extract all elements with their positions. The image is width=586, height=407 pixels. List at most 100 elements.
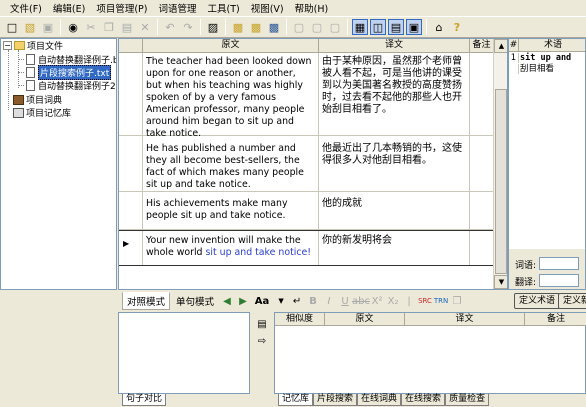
strike-icon[interactable]: abc [352,294,370,308]
term-form: 词语: 翻译: [509,249,585,289]
memory-header-source[interactable]: 原文 [325,313,405,325]
copy-row-icon[interactable]: ❐ [450,294,464,308]
grid-header-target[interactable]: 译文 [319,39,470,52]
source-cell[interactable]: Your new invention will make the whole w… [143,231,319,265]
tree-root-label: 项目文件 [27,42,64,52]
table-row-current[interactable]: ▶ Your new invention will make the whole… [119,230,493,266]
help-icon[interactable]: ? [449,19,465,35]
note-cell[interactable] [470,53,493,135]
layout4-icon[interactable]: ▣ [406,19,422,35]
scroll-down-icon[interactable]: ▼ [494,275,507,289]
tree-file-2[interactable]: 片段搜索例子.txt [25,65,112,80]
print-icon[interactable]: ▨ [205,19,221,35]
tab-quality-check[interactable]: 质量检查 [445,394,490,406]
target-cell[interactable]: 你的新发明将会 [319,231,470,265]
document-icon [25,54,36,65]
save-icon[interactable]: ▣ [40,19,56,35]
tab-fragment-search[interactable]: 片段搜索 [313,394,358,406]
word-icon[interactable]: ▩ [266,19,282,35]
menu-project[interactable]: 项目管理(P) [92,1,154,15]
tree-memory[interactable]: 项目记忆库 [13,106,71,119]
tree-dict[interactable]: 项目词典 [13,93,62,106]
tab-compare-mode[interactable]: 对照模式 [122,292,171,310]
term-row-translation[interactable]: 刮目相看 [509,64,585,74]
grid-header-source[interactable]: 原文 [143,39,319,52]
align-icon[interactable]: ▢ [327,19,343,35]
delete-icon[interactable]: ✕ [137,19,153,35]
scroll-thumb[interactable] [495,89,507,274]
redo-icon[interactable]: ↷ [180,19,196,35]
tab-single-mode[interactable]: 单句模式 [172,293,218,309]
memory-header-target[interactable]: 译文 [405,313,525,325]
left-bottom-strip [0,290,117,407]
target-cell[interactable]: 他的成就 [319,192,470,229]
tree-file-label: 片段搜索例子.txt [38,65,112,80]
superscript-icon[interactable]: X² [370,294,384,308]
bold-icon[interactable]: B [306,294,320,308]
note-cell[interactable] [470,136,493,191]
doc-icon[interactable]: ▢ [309,19,325,35]
insert-icon[interactable]: ⇨ [255,334,269,348]
home-icon[interactable]: ⌂ [431,19,447,35]
tab-memory[interactable]: 记忆库 [278,394,314,406]
tab-sentence-compare[interactable]: 句子对比 [122,394,167,406]
tab-online-search[interactable]: 在线搜索 [401,394,446,406]
italic-icon[interactable]: I [322,294,336,308]
tree-file-3[interactable]: 自动替换翻译例子2. [25,79,116,92]
translation-input[interactable] [539,274,579,287]
menu-help[interactable]: 帮助(H) [291,1,336,15]
table-row[interactable]: He has published a number and they all b… [119,136,493,192]
translate-icon[interactable]: TRN [434,294,448,308]
open-icon[interactable]: ▧ [22,19,38,35]
enter-icon[interactable]: ↵ [290,294,304,308]
collapse-icon[interactable]: − [3,41,12,50]
source-cell[interactable]: His achievements make many people sit up… [143,192,319,229]
term-input[interactable] [539,257,579,270]
grid-header-note[interactable]: 备注 [470,39,493,52]
layout3-icon[interactable]: ▤ [388,19,404,35]
dropdown-icon[interactable]: ▼ [274,294,288,308]
subscript-icon[interactable]: X₂ [386,294,400,308]
note-cell[interactable] [470,231,493,265]
layout1-icon[interactable]: ▦ [352,19,368,35]
note-cell[interactable] [470,192,493,229]
import-icon[interactable]: ▩ [248,19,264,35]
font-icon[interactable]: Aa [252,294,272,308]
grid-scrollbar[interactable]: ▲ ▼ [493,39,507,289]
menu-terms[interactable]: 词语管理 [154,1,203,15]
memory-header-similarity[interactable]: 相似度 [275,313,325,325]
undo-icon[interactable]: ↶ [162,19,178,35]
table-row[interactable]: The teacher had been looked down upon fo… [119,53,493,139]
define-new-button[interactable]: 定义新 [558,293,586,309]
copy2-icon[interactable]: ▢ [291,19,307,35]
find-icon[interactable]: ◉ [65,19,81,35]
target-cell[interactable]: 由于某种原因，虽然那个老师曾被人看不起，可是当他讲的课受到以为美国著名教授的高度… [319,53,470,135]
tab-online-dict[interactable]: 在线词典 [357,394,402,406]
tree-root[interactable]: − 项目文件 [3,39,63,52]
arrow-right-icon[interactable]: ▶ [236,294,250,308]
source-cell[interactable]: He has published a number and they all b… [143,136,319,191]
layout2-icon[interactable]: ◫ [370,19,386,35]
table-row[interactable]: His achievements make many people sit up… [119,192,493,230]
menu-edit[interactable]: 编辑(E) [49,1,92,15]
export-icon[interactable]: ▩ [230,19,246,35]
menu-file[interactable]: 文件(F) [6,1,49,15]
cut-icon[interactable]: ✂ [83,19,99,35]
menu-view[interactable]: 视图(V) [247,1,291,15]
memory-header-note[interactable]: 备注 [525,313,586,325]
target-cell[interactable]: 他最近出了几本畅销的书，这使得很多人对他刮目相看。 [319,136,470,191]
source-cell[interactable]: The teacher had been looked down upon fo… [143,53,319,139]
paste-icon[interactable]: ▤ [119,19,135,35]
underline-icon[interactable]: U [338,294,352,308]
menu-tools[interactable]: 工具(T) [203,1,246,15]
src-copy-icon[interactable]: SRC [418,294,432,308]
new-icon[interactable]: □ [4,19,20,35]
memory-icon [13,107,24,118]
copy-icon[interactable]: ❐ [101,19,117,35]
arrow-left-icon[interactable]: ◀ [220,294,234,308]
define-term-button[interactable]: 定义术语 [514,293,561,309]
paste-icon[interactable]: ▤ [255,317,269,331]
scroll-up-icon[interactable]: ▲ [494,39,507,53]
clear-format-icon[interactable]: | [402,294,416,308]
term-row[interactable]: 1 sit up and [509,53,585,63]
